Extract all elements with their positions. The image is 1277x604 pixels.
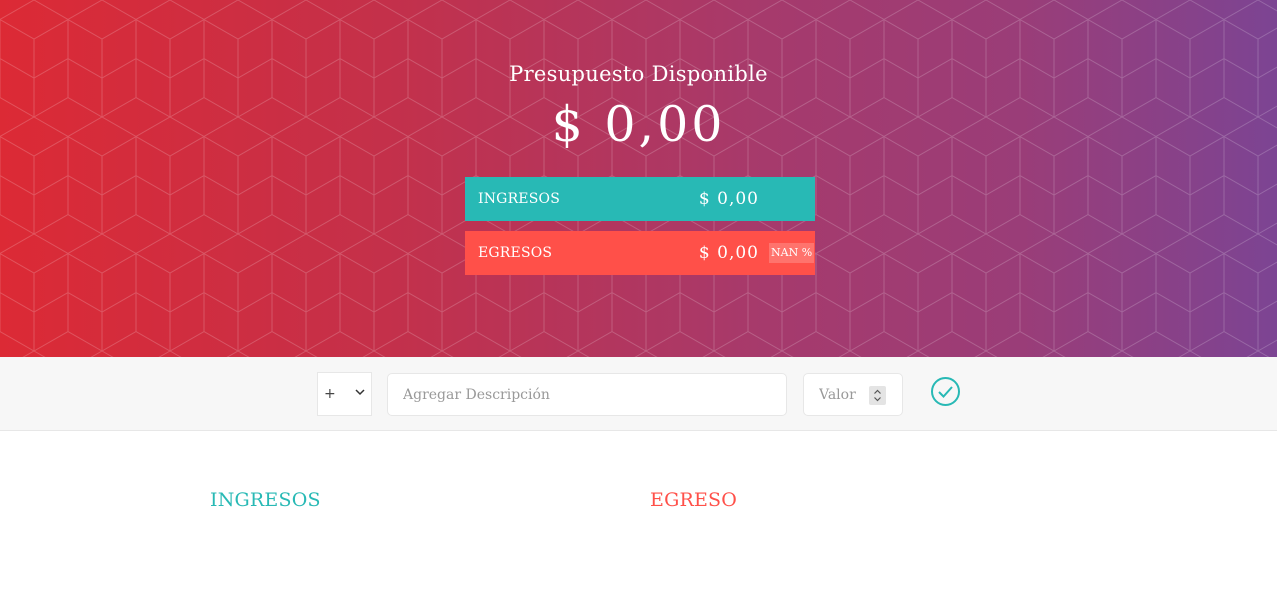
expense-list-title: EGRESO [650,489,738,511]
chevron-down-icon [355,388,365,399]
budget-header: Presupuesto Disponible $ 0,00 INGRESOS $… [0,0,1277,357]
checkmark-circle-icon [931,377,960,406]
income-summary: INGRESOS $ 0,00 [465,177,815,221]
type-select[interactable]: + [317,372,372,416]
budget-value: $ 0,00 [551,96,726,153]
expense-summary-label: EGRESOS [478,245,553,261]
value-input[interactable] [803,373,903,416]
income-summary-label: INGRESOS [478,191,560,207]
value-stepper[interactable] [869,386,886,405]
budget-title: Presupuesto Disponible [509,62,768,86]
add-item-bar: + [0,357,1277,431]
type-select-value: + [324,386,336,402]
income-summary-value: $ 0,00 [698,189,759,209]
description-input[interactable] [387,373,787,416]
expense-summary-value: $ 0,00 [698,243,759,263]
expense-percentage-badge: NAN % [769,243,815,263]
expense-summary: EGRESOS $ 0,00 NAN % [465,231,815,275]
add-item-button[interactable] [930,376,961,407]
income-list-title: INGRESOS [210,489,321,511]
